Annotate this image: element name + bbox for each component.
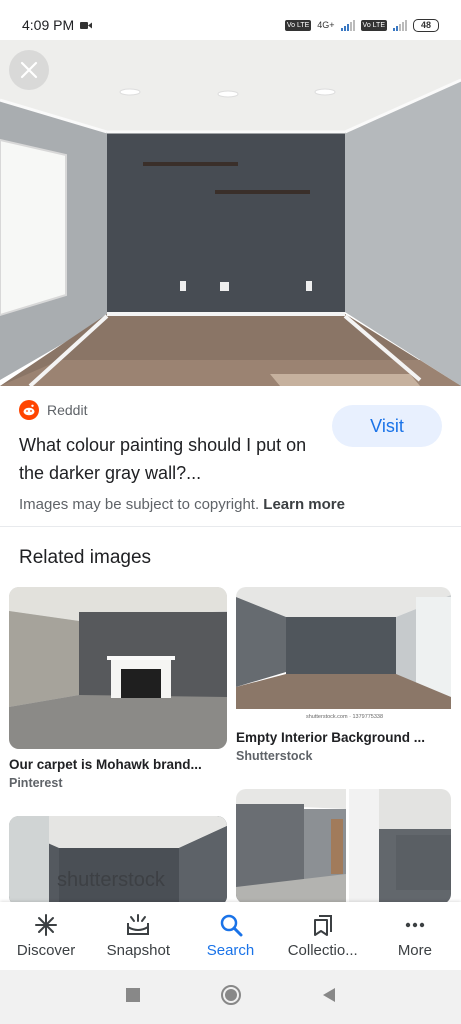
result-title[interactable]: What colour painting should I put on the… [19,431,319,487]
visit-button[interactable]: Visit [332,405,442,447]
nav-snapshot[interactable]: Snapshot [92,902,184,970]
nav-label: Discover [16,942,76,959]
learn-more-link[interactable]: Learn more [263,496,345,513]
signal-icon [340,19,355,31]
related-source-1: Pinterest [9,776,63,790]
reddit-icon [19,400,39,420]
nav-search[interactable]: Search [184,902,276,970]
nav-label: Snapshot [106,942,170,959]
home-button[interactable] [220,984,242,1011]
nav-discover[interactable]: Discover [0,902,92,970]
related-thumb-4 [236,789,451,904]
network-type: 4G+ [317,20,335,30]
related-images-heading: Related images [19,547,152,568]
nav-label: Collectio... [287,942,358,959]
watermark-text: shutterstock.com · 1379775338 [306,714,383,720]
search-icon [219,912,243,938]
back-icon [322,987,335,1002]
signal-icon-2 [393,19,407,31]
battery-icon: 48 [413,18,439,32]
related-card-2[interactable]: shutterstock.com · 1379775338 Empty Inte… [236,587,451,763]
watermark-text: shutterstock [57,869,166,891]
related-caption-1: Our carpet is Mohawk brand... [9,757,202,772]
collections-icon [312,912,334,938]
clock: 4:09 PM [22,17,75,33]
close-button[interactable] [9,50,49,90]
bottom-navigation: Discover Snapshot Search Collectio... Mo… [0,902,461,970]
related-card-3[interactable]: shutterstock [9,816,227,906]
status-left: 4:09 PM [22,17,93,33]
related-source-2: Shutterstock [236,749,313,763]
source-name: Reddit [47,402,88,418]
divider [0,526,461,527]
related-thumb-1 [9,587,227,749]
related-caption-2: Empty Interior Background ... [236,730,426,745]
related-card-4[interactable] [236,789,451,904]
source-row[interactable]: Reddit [19,400,87,420]
copyright-notice: Images may be subject to copyright. Lear… [19,496,345,513]
recents-icon [125,987,140,1002]
room-photo [0,40,461,386]
copyright-text: Images may be subject to copyright. [19,496,260,513]
more-icon [403,912,427,938]
close-icon [20,61,38,79]
back-button[interactable] [321,987,337,1008]
video-record-icon [80,21,93,29]
status-right: Vo LTE 4G+ Vo LTE 48 [284,18,439,32]
related-card-1[interactable]: Our carpet is Mohawk brand... Pinterest [9,587,227,790]
nav-collections[interactable]: Collectio... [277,902,369,970]
related-thumb-3: shutterstock [9,816,227,906]
snapshot-icon [125,912,151,938]
related-thumb-2: shutterstock.com · 1379775338 [236,587,451,722]
recents-button[interactable] [125,987,141,1008]
volte-badge-2: Vo LTE [360,19,387,31]
home-icon [220,984,241,1005]
nav-label: More [397,942,432,959]
system-navigation-bar [0,970,461,1024]
volte-badge: Vo LTE [284,19,312,31]
nav-more[interactable]: More [369,902,461,970]
discover-icon [34,912,58,938]
nav-label: Search [206,942,255,959]
main-image[interactable] [0,40,461,386]
